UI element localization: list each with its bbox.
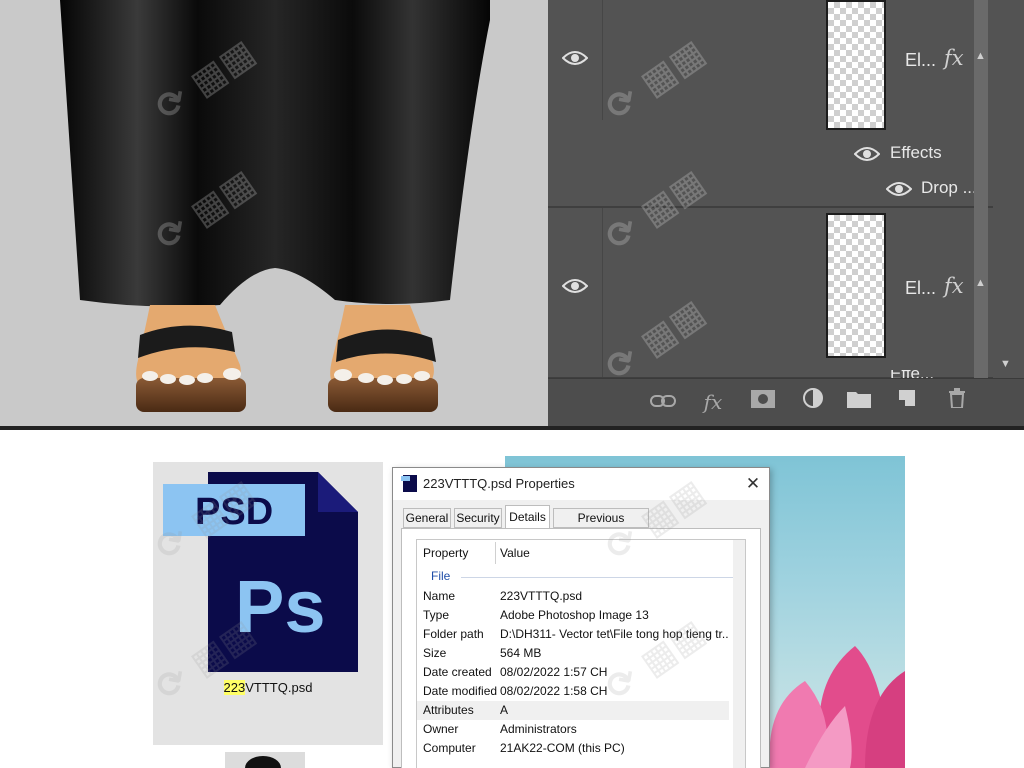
layer-name[interactable]: El... bbox=[905, 278, 936, 299]
property-value: 08/02/2022 1:57 CH bbox=[500, 665, 608, 679]
layer-mask-icon[interactable] bbox=[748, 387, 778, 417]
visibility-column bbox=[548, 208, 603, 377]
table-row[interactable]: Computer 21AK22-COM (this PC) bbox=[417, 739, 729, 758]
layer-thumbnail[interactable] bbox=[826, 213, 886, 358]
eye-icon[interactable] bbox=[562, 278, 588, 294]
property-name: Name bbox=[423, 589, 456, 603]
dialog-title: 223VTTTQ.psd Properties bbox=[423, 476, 575, 491]
dialog-titlebar[interactable]: 223VTTTQ.psd Properties ✕ bbox=[393, 468, 769, 500]
effects-label: Effe... bbox=[890, 370, 934, 378]
property-name: Date modified bbox=[423, 684, 498, 698]
layer-thumbnail[interactable] bbox=[826, 0, 886, 130]
property-name: Owner bbox=[423, 722, 459, 736]
column-divider[interactable] bbox=[495, 542, 496, 564]
property-name: Size bbox=[423, 646, 447, 660]
table-row[interactable]: Date modified 08/02/2022 1:58 CH bbox=[417, 682, 729, 701]
file-name-rest: VTTTQ.psd bbox=[245, 680, 313, 695]
file-name-caption[interactable]: 223VTTTQ.psd bbox=[153, 680, 383, 695]
tab-security[interactable]: Security bbox=[454, 508, 502, 528]
tab-general[interactable]: General bbox=[403, 508, 451, 528]
tab-details[interactable]: Details bbox=[505, 505, 550, 529]
property-value: Administrators bbox=[500, 722, 577, 736]
layer-row[interactable]: El... fx Effe... bbox=[548, 207, 993, 378]
property-value: 21AK22-COM (this PC) bbox=[500, 741, 625, 755]
properties-table: Property Value File Name 223VTTTQ.psd Typ… bbox=[416, 539, 746, 768]
table-row[interactable]: Name 223VTTTQ.psd bbox=[417, 587, 729, 606]
property-value: A bbox=[500, 703, 509, 717]
property-name: Date created bbox=[423, 665, 492, 679]
folder-icon[interactable] bbox=[844, 387, 874, 417]
property-value: 564 MB bbox=[500, 646, 542, 660]
document-canvas[interactable] bbox=[0, 0, 548, 426]
property-name: Computer bbox=[423, 741, 476, 755]
divider bbox=[0, 426, 1024, 430]
visibility-column bbox=[548, 0, 603, 120]
adjustment-layer-icon[interactable] bbox=[798, 387, 828, 417]
trash-icon[interactable] bbox=[942, 387, 972, 417]
column-header-property[interactable]: Property bbox=[423, 540, 468, 566]
property-value: Adobe Photoshop Image 13 bbox=[500, 608, 649, 622]
new-layer-icon[interactable] bbox=[892, 387, 922, 417]
table-row[interactable]: Folder path D:\DH311- Vector tet\File ton… bbox=[417, 625, 729, 644]
table-row[interactable]: Type Adobe Photoshop Image 13 bbox=[417, 606, 729, 625]
explorer-file-tile[interactable]: PSD Ps 223VTTTQ.psd bbox=[153, 462, 383, 745]
table-row[interactable]: Owner Administrators bbox=[417, 720, 729, 739]
table-row[interactable]: Date created 08/02/2022 1:57 CH bbox=[417, 663, 729, 682]
property-value: D:\DH311- Vector tet\File tong hop tieng… bbox=[500, 627, 728, 641]
character-illustration bbox=[60, 0, 490, 412]
layer-name[interactable]: El... bbox=[905, 50, 936, 71]
scroll-up-icon[interactable]: ▲ bbox=[975, 277, 986, 289]
property-name: Type bbox=[423, 608, 450, 622]
fx-icon[interactable]: fx bbox=[944, 274, 964, 298]
fx-icon[interactable]: fx bbox=[698, 387, 728, 417]
property-name: Folder path bbox=[423, 627, 484, 641]
link-layers-icon[interactable] bbox=[648, 387, 678, 417]
group-divider bbox=[461, 577, 735, 578]
effects-label[interactable]: Effects bbox=[890, 143, 942, 163]
photoshop-window: El... fx Effects Drop ... El... fx ▲ ▲ ▼… bbox=[0, 0, 1024, 430]
property-name: Attributes bbox=[423, 703, 474, 717]
psd-badge-text: PSD bbox=[195, 491, 273, 533]
property-value: 08/02/2022 1:58 CH bbox=[500, 684, 608, 698]
photoshop-file-icon: PSD Ps bbox=[163, 472, 358, 672]
table-row[interactable]: Size 564 MB bbox=[417, 644, 729, 663]
scroll-up-icon[interactable]: ▲ bbox=[975, 50, 986, 62]
drop-shadow-effect[interactable]: Drop ... bbox=[921, 178, 977, 198]
table-scrollbar[interactable] bbox=[733, 540, 745, 768]
property-value: 223VTTTQ.psd bbox=[500, 589, 583, 603]
details-pane: Property Value File Name 223VTTTQ.psd Typ… bbox=[401, 528, 761, 768]
close-button[interactable]: ✕ bbox=[741, 472, 765, 496]
file-name-highlight: 223 bbox=[223, 680, 246, 695]
tab-previous-versions[interactable]: Previous Versions bbox=[553, 508, 649, 543]
ps-logo-text: Ps bbox=[235, 565, 326, 648]
column-header-value[interactable]: Value bbox=[500, 540, 530, 566]
group-header-file: File bbox=[431, 569, 451, 583]
table-row[interactable]: Attributes A bbox=[417, 701, 729, 720]
layers-panel-footer: fx bbox=[548, 378, 1024, 426]
eye-icon[interactable] bbox=[562, 50, 588, 66]
scroll-down-icon[interactable]: ▼ bbox=[1000, 358, 1011, 370]
fx-icon[interactable]: fx bbox=[944, 46, 964, 70]
layers-panel: El... fx Effects Drop ... El... fx ▲ ▲ ▼ bbox=[548, 0, 1024, 426]
properties-dialog: 223VTTTQ.psd Properties ✕ General Securi… bbox=[392, 467, 770, 768]
file-icon bbox=[401, 475, 417, 492]
eye-icon[interactable] bbox=[854, 146, 880, 162]
eye-icon[interactable] bbox=[886, 181, 912, 197]
layer-row[interactable]: El... fx Effects Drop ... bbox=[548, 0, 993, 207]
